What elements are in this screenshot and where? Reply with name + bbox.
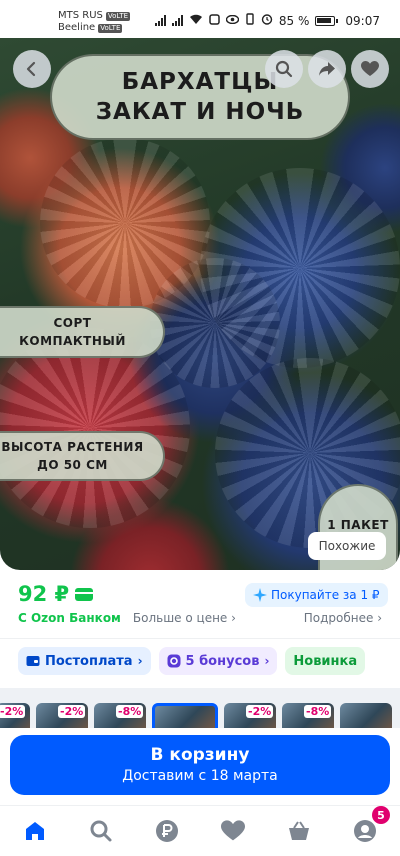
card-icon [75,587,94,601]
new-tag: Новинка [285,647,366,675]
heart-icon [221,820,245,841]
nfc-icon [209,13,220,28]
battery-icon [315,15,339,26]
ozon-bank-label: С Ozon Банком [18,611,121,625]
bank-line: С Ozon Банком Больше о цене › [18,611,236,625]
buy-for-1-rub-promo[interactable]: Покупайте за 1 ₽ [245,583,388,607]
nav-ozon-bank[interactable] [154,818,180,844]
cart-bar: В корзину Доставим с 18 марта [0,728,400,802]
height-label: ВЫСОТА РАСТЕНИЯ ДО 50 СМ [0,431,165,481]
nav-profile[interactable] [352,818,378,844]
wallet-icon [26,656,40,666]
search-icon [275,60,293,78]
carrier-info: MTS RUS VoLTE Beeline VoLTE [58,10,131,34]
eye-icon [225,14,240,27]
discount-badge: -2% [246,705,274,718]
postpay-label: Постоплата [45,653,133,669]
carrier-1: MTS RUS [58,10,103,21]
wifi-icon [189,14,203,28]
discount-badge: -2% [58,705,86,718]
nav-home[interactable] [22,818,48,844]
chevron-left-icon [26,61,36,77]
carrier-2: Beeline [58,22,96,33]
product-image[interactable]: БАРХАТЦЫ ЗАКАТ И НОЧЬ СОРТ КОМПАКТНЫЙ ВЫ… [0,38,400,570]
height-line-2: ДО 50 СМ [37,458,108,472]
basket-icon [289,821,309,840]
clock: 09:07 [345,13,380,28]
profile-icon [354,820,376,842]
divider [0,638,400,639]
favorite-button[interactable] [351,50,389,88]
heart-icon [361,61,379,76]
bonus-tag[interactable]: 5 бонусов › [158,647,278,675]
variety-line-2: КОМПАКТНЫЙ [19,334,126,348]
nav-search[interactable] [88,818,114,844]
details-link[interactable]: Подробнее › [304,611,382,625]
variety-label: СОРТ КОМПАКТНЫЙ [0,306,165,358]
product-title-badge: БАРХАТЦЫ ЗАКАТ И НОЧЬ [50,54,350,140]
battery-percent: 85 % [278,13,310,28]
variety-line-1: СОРТ [53,316,92,330]
vibrate-icon [245,13,255,28]
volte-badge: VoLTE [105,11,131,21]
share-button[interactable] [308,50,346,88]
back-button[interactable] [13,50,51,88]
status-icons: 85 % 09:07 [154,13,380,28]
share-icon [319,62,335,76]
bottom-navigation [0,805,400,856]
volte-badge: VoLTE [98,23,123,33]
nav-favorites[interactable] [220,818,246,844]
alarm-icon [261,13,273,28]
discount-badge: -8% [304,705,332,718]
signal-icon [171,15,183,26]
chevron-right-icon: › [264,654,270,668]
status-bar: MTS RUS VoLTE Beeline VoLTE 85 % 09:07 [0,0,400,38]
sparkle-icon [253,588,267,602]
promo-text: Покупайте за 1 ₽ [271,588,380,602]
new-label: Новинка [293,653,358,669]
title-line-2: ЗАКАТ И НОЧЬ [95,99,305,125]
flower-texture [150,258,280,388]
discount-badge: -2% [0,705,26,718]
price-row: 92 ₽ [18,582,94,606]
search-icon [90,820,112,842]
nav-cart[interactable] [286,818,312,844]
home-icon [26,822,44,840]
chevron-right-icon: › [137,654,143,668]
bonus-label: 5 бонусов [185,653,260,669]
add-to-cart-button[interactable]: В корзину Доставим с 18 марта [10,735,390,795]
ruble-icon [156,820,178,842]
bonus-icon [167,654,181,668]
profile-notification-badge: 5 [372,806,390,824]
similar-button[interactable]: Похожие [308,532,386,560]
cart-button-subtitle: Доставим с 18 марта [122,768,278,784]
postpay-tag[interactable]: Постоплата › [18,647,151,675]
cart-button-title: В корзину [150,745,250,765]
search-button[interactable] [265,50,303,88]
price-value: 92 ₽ [18,582,70,606]
more-about-price-link[interactable]: Больше о цене › [133,611,236,625]
discount-badge: -8% [116,705,144,718]
tags-row: Постоплата › 5 бонусов › Новинка [18,647,366,675]
signal-icon [154,15,166,26]
height-line-1: ВЫСОТА РАСТЕНИЯ [1,440,144,454]
title-line-1: БАРХАТЦЫ [121,69,279,95]
